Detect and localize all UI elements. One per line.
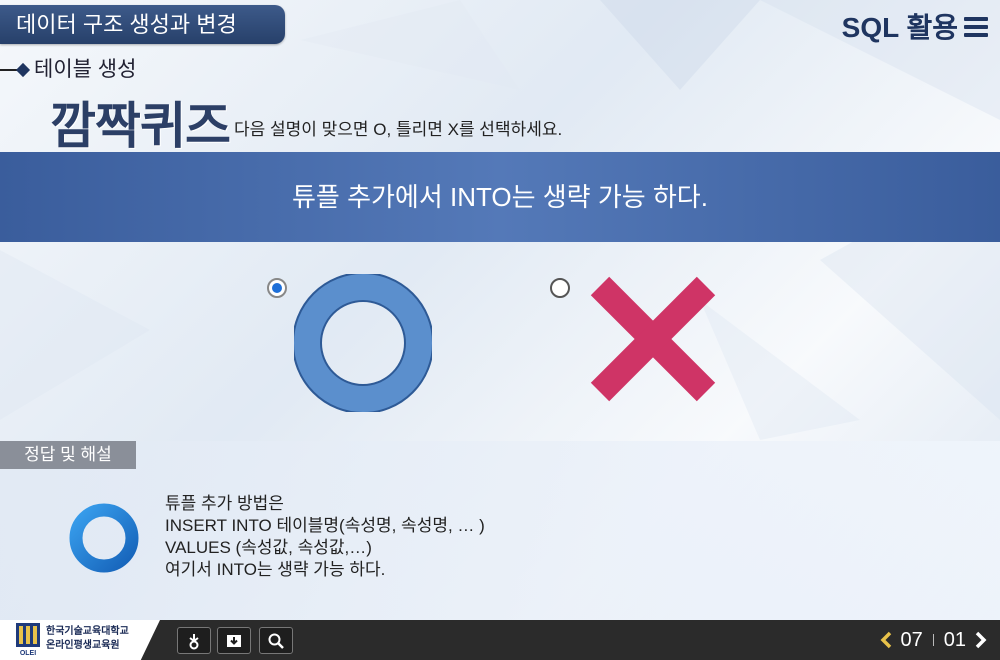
page-separator bbox=[932, 634, 934, 646]
section-label: 테이블 생성 bbox=[0, 56, 136, 84]
total-pages: 01 bbox=[943, 628, 966, 651]
answer-o-ring-icon bbox=[69, 503, 139, 573]
o-mark-icon[interactable] bbox=[294, 274, 432, 412]
quiz-title: 깜짝퀴즈 bbox=[50, 98, 231, 154]
question-banner: 튜플 추가에서 INTO는 생략 가능 하다. bbox=[0, 152, 1000, 242]
chevron-right-icon bbox=[975, 631, 987, 649]
diamond-bullet-icon bbox=[15, 62, 31, 78]
option-x-radio[interactable] bbox=[550, 278, 570, 298]
download-button[interactable] bbox=[217, 627, 251, 654]
explanation-line: VALUES (속성값, 속성값,…) bbox=[165, 538, 372, 557]
answer-panel bbox=[0, 441, 1000, 620]
search-icon bbox=[268, 633, 284, 649]
bookmark-button[interactable] bbox=[177, 627, 211, 654]
page-navigator: 07 01 bbox=[879, 620, 989, 660]
logo-mark: OLEI bbox=[20, 650, 36, 657]
next-page-button[interactable] bbox=[974, 631, 988, 649]
current-page: 07 bbox=[900, 628, 923, 651]
slide-stage: 데이터 구조 생성과 변경 SQL 활용 테이블 생성 깜짝퀴즈 다음 설명이 … bbox=[0, 0, 1000, 660]
explanation-line: 튜플 추가 방법은 bbox=[165, 494, 284, 513]
logo-line2: 온라인평생교육원 bbox=[46, 640, 120, 651]
bookmark-icon bbox=[189, 633, 199, 649]
search-button[interactable] bbox=[259, 627, 293, 654]
answer-explanation: 튜플 추가 방법은 INSERT INTO 테이블명(속성명, 속성명, … )… bbox=[165, 493, 485, 581]
answer-tab-label: 정답 및 해설 bbox=[0, 441, 136, 469]
chevron-left-icon bbox=[880, 631, 891, 649]
chapter-title: 데이터 구조 생성과 변경 bbox=[0, 5, 285, 44]
explanation-line: INSERT INTO 테이블명(속성명, 속성명, … ) bbox=[165, 516, 485, 535]
prev-page-button[interactable] bbox=[879, 631, 893, 649]
option-o-radio[interactable] bbox=[267, 278, 287, 298]
menu-icon[interactable] bbox=[964, 17, 988, 37]
x-mark-icon[interactable] bbox=[588, 274, 718, 404]
section-label-text: 테이블 생성 bbox=[34, 58, 137, 81]
download-icon bbox=[227, 634, 241, 647]
university-logo-text: 한국기술교육대학교 온라인평생교육원 bbox=[46, 625, 129, 653]
logo-line1: 한국기술교육대학교 bbox=[46, 626, 129, 637]
course-label: SQL 활용 bbox=[841, 12, 958, 43]
university-emblem-icon: OLEI bbox=[16, 623, 40, 657]
quiz-instruction: 다음 설명이 맞으면 O, 틀리면 X를 선택하세요. bbox=[234, 120, 563, 139]
explanation-line: 여기서 INTO는 생략 가능 하다. bbox=[165, 560, 386, 579]
